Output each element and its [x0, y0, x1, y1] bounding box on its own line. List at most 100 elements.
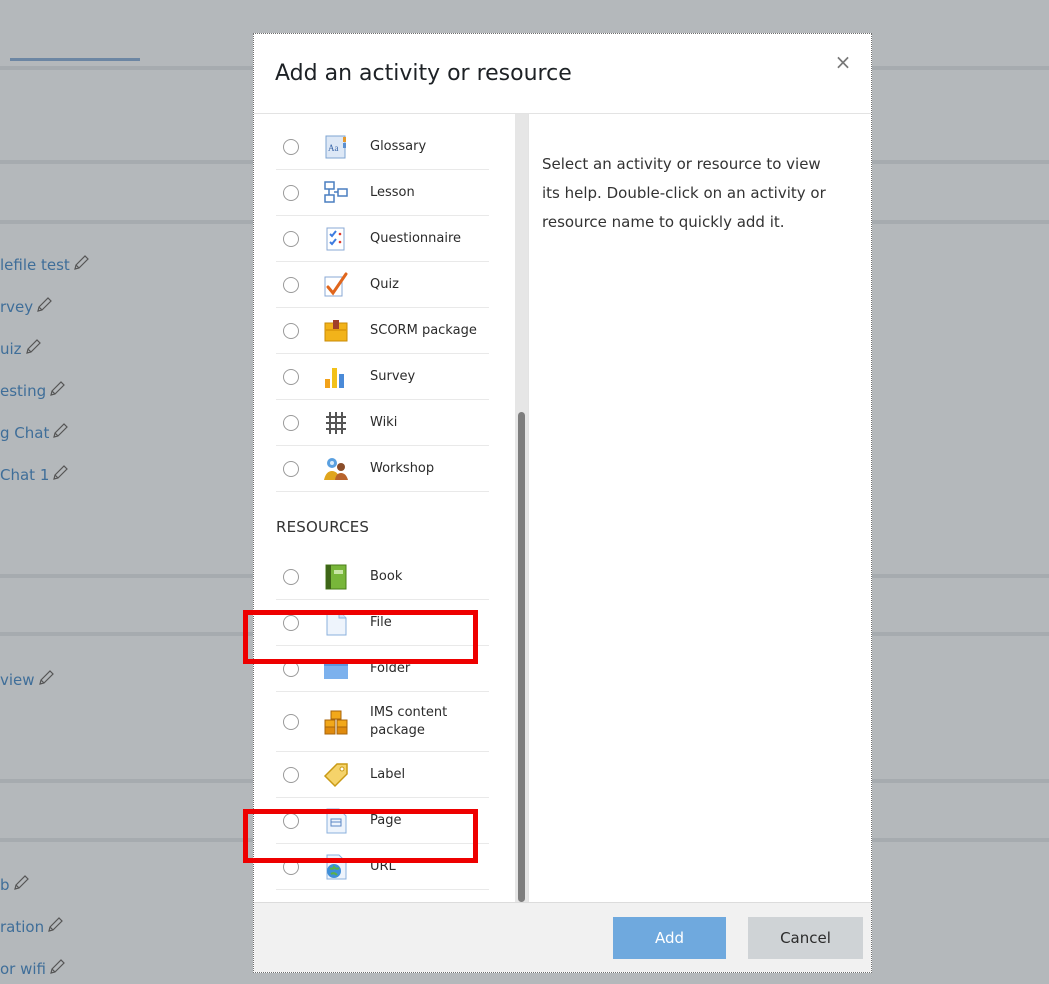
- bg-activity-link[interactable]: view: [0, 669, 55, 691]
- bg-divider: [872, 220, 1049, 224]
- highlight-box-page: [243, 809, 478, 863]
- radio-button[interactable]: [283, 713, 299, 730]
- book-icon: [322, 563, 350, 591]
- option-label: Lesson: [370, 184, 415, 200]
- dialog-footer: Add Cancel: [254, 902, 871, 972]
- bg-activity-label: esting: [0, 382, 47, 400]
- bg-divider: [0, 66, 253, 70]
- option-glossary[interactable]: Aa Glossary: [276, 124, 489, 170]
- option-lesson[interactable]: Lesson: [276, 170, 489, 216]
- bg-activity-link[interactable]: ration: [0, 916, 64, 938]
- wiki-icon: [322, 409, 350, 437]
- bg-activity-label: uiz: [0, 340, 22, 358]
- highlight-box-file: [243, 610, 478, 664]
- option-book[interactable]: Book: [276, 554, 489, 600]
- questionnaire-icon: [322, 225, 350, 253]
- radio-button[interactable]: [283, 766, 299, 783]
- bg-activity-link[interactable]: b: [0, 874, 30, 896]
- option-label: Survey: [370, 368, 416, 384]
- radio-button[interactable]: [283, 230, 299, 247]
- scorm-icon: [322, 317, 350, 345]
- edit-pencil-icon[interactable]: [48, 380, 66, 402]
- cancel-button[interactable]: Cancel: [748, 917, 863, 959]
- radio-button[interactable]: [283, 184, 299, 201]
- edit-pencil-icon[interactable]: [51, 422, 69, 444]
- bg-divider: [872, 838, 1049, 842]
- module-options-list: Aa Glossary Lesson Questionnaire Quiz SCORM p…: [276, 124, 489, 890]
- close-icon[interactable]: ×: [833, 52, 853, 72]
- help-text: Select an activity or resource to view i…: [542, 155, 826, 231]
- option-label: Wiki: [370, 414, 398, 430]
- bg-divider: [872, 160, 1049, 164]
- option-label[interactable]: Label: [276, 752, 489, 798]
- ims-package-icon: [322, 708, 350, 736]
- bg-activity-label: view: [0, 671, 35, 689]
- edit-pencil-icon[interactable]: [72, 254, 90, 276]
- workshop-icon: [322, 455, 350, 483]
- bg-activity-label: b: [0, 876, 10, 894]
- bg-activity-label: rvey: [0, 298, 34, 316]
- edit-pencil-icon[interactable]: [46, 916, 64, 938]
- edit-pencil-icon[interactable]: [12, 874, 30, 896]
- bg-activity-label: or wifi: [0, 960, 46, 978]
- bg-divider: [872, 632, 1049, 636]
- survey-icon: [322, 363, 350, 391]
- svg-text:Aa: Aa: [328, 143, 339, 153]
- bg-activity-link[interactable]: esting: [0, 380, 66, 402]
- edit-pencil-icon[interactable]: [48, 958, 66, 980]
- option-label: Label: [370, 766, 406, 782]
- bg-divider: [0, 220, 253, 224]
- bg-divider: [872, 574, 1049, 578]
- options-scrollbar[interactable]: [515, 114, 528, 904]
- resources-heading: RESOURCES: [276, 518, 370, 536]
- bg-activity-link[interactable]: lefile test: [0, 254, 90, 276]
- option-ims-content-package[interactable]: IMS content package: [276, 692, 489, 752]
- edit-pencil-icon[interactable]: [51, 464, 69, 486]
- bg-divider: [0, 574, 253, 578]
- option-survey[interactable]: Survey: [276, 354, 489, 400]
- bg-activity-link[interactable]: or wifi: [0, 958, 66, 980]
- bg-activity-label: ration: [0, 918, 45, 936]
- option-label: Glossary: [370, 138, 427, 154]
- dialog-title: Add an activity or resource: [275, 61, 572, 86]
- label-icon: [322, 761, 350, 789]
- scrollbar-thumb[interactable]: [518, 412, 525, 902]
- add-button[interactable]: Add: [613, 917, 726, 959]
- quiz-icon: [322, 271, 350, 299]
- bg-activity-link[interactable]: [0, 58, 140, 61]
- bg-divider: [0, 632, 253, 636]
- edit-pencil-icon[interactable]: [37, 669, 55, 691]
- bg-activity-link[interactable]: rvey: [0, 296, 53, 318]
- edit-pencil-icon[interactable]: [24, 338, 42, 360]
- option-label: Quiz: [370, 276, 399, 292]
- option-questionnaire[interactable]: Questionnaire: [276, 216, 489, 262]
- radio-button[interactable]: [283, 568, 299, 585]
- bg-divider: [872, 779, 1049, 783]
- radio-button[interactable]: [283, 368, 299, 385]
- option-label: Workshop: [370, 460, 435, 476]
- bg-divider: [0, 779, 253, 783]
- bg-divider: [0, 838, 253, 842]
- radio-button[interactable]: [283, 414, 299, 431]
- radio-button[interactable]: [283, 138, 299, 155]
- bg-activity-link[interactable]: uiz: [0, 338, 42, 360]
- option-label: Questionnaire: [370, 230, 462, 246]
- radio-button[interactable]: [283, 276, 299, 293]
- bg-activity-label: g Chat: [0, 424, 50, 442]
- radio-button[interactable]: [283, 460, 299, 477]
- option-quiz[interactable]: Quiz: [276, 262, 489, 308]
- edit-pencil-icon[interactable]: [35, 296, 53, 318]
- option-wiki[interactable]: Wiki: [276, 400, 489, 446]
- option-label: SCORM package: [370, 322, 477, 338]
- option-label: Book: [370, 568, 403, 584]
- glossary-icon: Aa: [322, 133, 350, 161]
- bg-divider: [0, 160, 253, 164]
- radio-button[interactable]: [283, 322, 299, 339]
- bg-activity-label: Chat 1: [0, 466, 50, 484]
- option-scorm-package[interactable]: SCORM package: [276, 308, 489, 354]
- bg-activity-link[interactable]: g Chat: [0, 422, 69, 444]
- option-workshop[interactable]: Workshop: [276, 446, 489, 492]
- bg-activity-link[interactable]: Chat 1: [0, 464, 69, 486]
- module-options-panel[interactable]: Aa Glossary Lesson Questionnaire Quiz SCORM p…: [254, 114, 529, 904]
- dialog-header: Add an activity or resource ×: [254, 34, 871, 114]
